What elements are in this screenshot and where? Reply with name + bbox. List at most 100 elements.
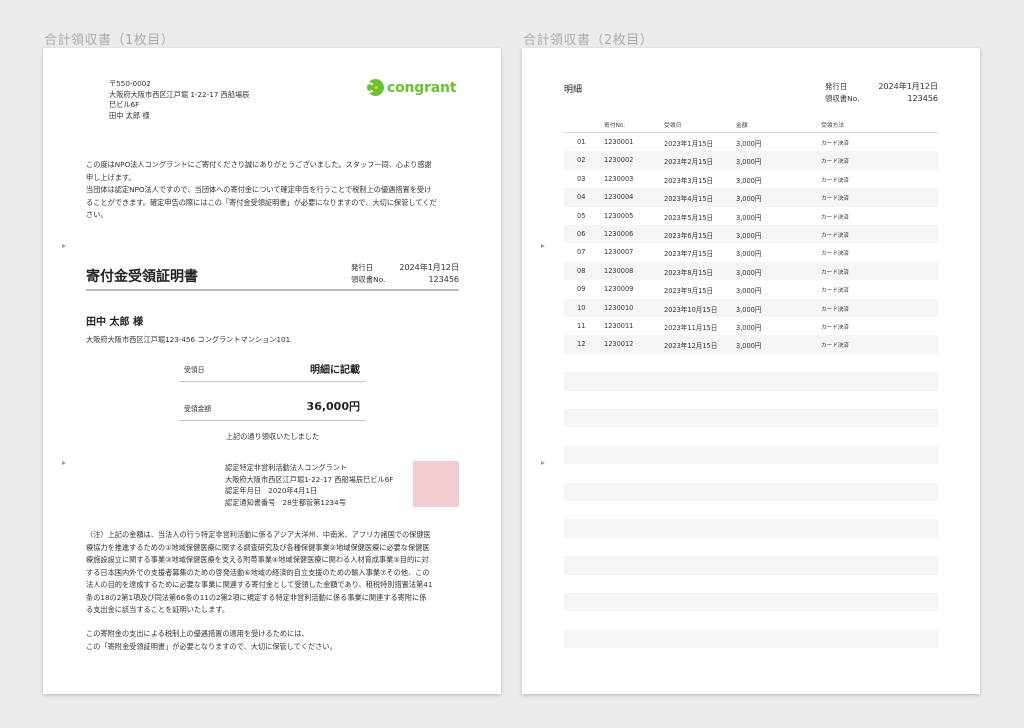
table-cell: 2023年6月15日 xyxy=(664,232,714,240)
table-cell: 3,000円 xyxy=(736,250,762,259)
title-divider xyxy=(86,289,459,291)
triangle-marker-icon xyxy=(62,244,66,248)
empty-table-row xyxy=(564,464,938,482)
received-date-value: 明細に記載 xyxy=(310,365,360,376)
receipt-no-row: 領収書No. 123456 xyxy=(825,93,938,105)
table-cell: 3,000円 xyxy=(736,268,762,277)
column-header-method: 受領方法 xyxy=(821,123,845,129)
table-cell: 02 xyxy=(577,156,586,165)
certificate-meta: 発行日 2024年1月12日 領収書No. 123456 xyxy=(351,262,459,286)
column-header-donation-no: 寄付No. xyxy=(604,123,626,129)
table-cell: 2023年5月15日 xyxy=(664,213,714,222)
table-cell: 2023年2月15日 xyxy=(664,158,714,167)
issue-date-value: 2024年1月12日 xyxy=(878,82,938,91)
table-cell: 2023年8月15日 xyxy=(664,268,714,277)
table-cell: 1230012 xyxy=(604,340,634,349)
table-cell: 1230002 xyxy=(604,156,634,165)
table-cell: カード決済 xyxy=(821,306,849,313)
org-line: 認定特定非営利活動法人コングラント xyxy=(225,463,348,472)
empty-table-row xyxy=(564,391,938,409)
table-cell: カード決済 xyxy=(821,177,849,184)
table-row: 05 1230005 2023年5月15日 3,000円 カード決済 xyxy=(564,207,938,225)
empty-table-row xyxy=(564,556,938,575)
triangle-marker-icon xyxy=(541,244,545,248)
table-row: 07 1230007 2023年7月15日 3,000円 カード決済 xyxy=(564,243,938,261)
received-note: 上記の通り領収いたしました xyxy=(225,432,320,441)
page1-caption: 合計領収書（1枚目） xyxy=(44,33,175,48)
table-cell: 3,000円 xyxy=(736,140,762,148)
table-cell: 2023年7月15日 xyxy=(664,250,714,259)
amount-value: 36,000円 xyxy=(306,400,360,413)
legal-note: （注）上記の金額は、当法人の行う特定非営利活動に係るアジア大洋州、中南米、アフリ… xyxy=(86,529,466,617)
logo-text: congrant xyxy=(387,79,457,96)
table-row: 12 1230012 2023年12月15日 3,000円 カード決済 xyxy=(564,335,938,354)
table-cell: 2023年3月15日 xyxy=(664,176,714,185)
table-cell: 12 xyxy=(577,340,586,349)
empty-table-row xyxy=(564,593,938,612)
empty-table-row xyxy=(564,629,938,649)
congrant-logo: congrant xyxy=(367,79,457,96)
seal-stamp xyxy=(413,461,459,507)
empty-table-row xyxy=(564,372,938,391)
table-cell: 05 xyxy=(577,211,586,220)
table-cell: カード決済 xyxy=(821,343,849,350)
table-cell: 3,000円 xyxy=(736,213,762,222)
table-row: 08 1230008 2023年8月15日 3,000円 カード決済 xyxy=(564,261,938,281)
address-line: 大阪府大阪市西区江戸堀 1-22-17 西船場辰 xyxy=(109,89,250,99)
table-cell: 2023年9月15日 xyxy=(664,287,714,296)
table-row: 04 1230004 2023年4月15日 3,000円 カード決済 xyxy=(564,188,938,207)
recipient-address: 大阪府大阪市西区江戸堀123-456 コングラントマンション101 xyxy=(86,335,291,344)
column-header-amount: 金額 xyxy=(736,123,748,129)
detail-title: 明細 xyxy=(564,85,583,95)
table-cell: 1230007 xyxy=(604,248,634,257)
table-cell: 07 xyxy=(577,248,586,257)
table-cell: カード決済 xyxy=(821,196,849,203)
table-cell: 2023年11月15日 xyxy=(664,324,718,332)
table-row: 11 1230011 2023年11月15日 3,000円 カード決済 xyxy=(564,317,938,335)
empty-table-row xyxy=(564,501,938,519)
closing-text: この寄附金の支出による税制上の優遇措置の適用を受けるためには、 この「寄附金受領… xyxy=(86,628,337,653)
empty-table-row xyxy=(564,445,938,465)
table-cell: カード決済 xyxy=(821,141,849,147)
empty-table-row xyxy=(564,575,938,593)
note-line: 療協力を推進するための①地域保健医療に関する調査研究及び各種保健事業②地域保健医… xyxy=(86,542,430,552)
table-cell: 10 xyxy=(577,303,586,312)
issue-date-row: 発行日 2024年1月12日 xyxy=(825,81,938,93)
empty-table-row xyxy=(564,427,938,445)
closing-line: この寄附金の支出による税制上の優遇措置の適用を受けるためには、 xyxy=(86,629,309,638)
empty-table-row xyxy=(564,519,938,538)
address-block: 〒550-0002 大阪府大阪市西区江戸堀 1-22-17 西船場辰 巳ビル6F… xyxy=(109,79,249,121)
table-cell: カード決済 xyxy=(821,214,849,221)
table-cell: 1230003 xyxy=(604,174,634,183)
table-cell: 3,000円 xyxy=(736,324,762,332)
receipt-no-row: 領収書No. 123456 xyxy=(351,274,459,286)
table-cell: 03 xyxy=(577,174,586,183)
table-cell: 08 xyxy=(577,266,586,275)
issue-date-label: 発行日 xyxy=(351,263,374,272)
address-line: 巳ビル6F xyxy=(109,100,140,110)
receipt-no-value: 123456 xyxy=(428,275,459,284)
table-cell: 1230006 xyxy=(604,230,634,238)
table-row: 06 1230006 2023年6月15日 3,000円 カード決済 xyxy=(564,225,938,244)
org-line: 認定年月日 2020年4月1日 xyxy=(225,486,318,496)
table-cell: 3,000円 xyxy=(736,195,762,204)
amount-label: 受領金額 xyxy=(184,405,212,413)
closing-line: この「寄附金受領証明書」が必要となりますので、大切に保管してください。 xyxy=(86,641,337,651)
table-cell: カード決済 xyxy=(821,233,849,239)
receipt-page-2: 明細 発行日 2024年1月12日 領収書No. 123456 寄付No. 受領… xyxy=(522,48,980,694)
empty-table-row xyxy=(564,409,938,428)
note-line: 条の18の2第1項及び同法第66条の11の2第2項に規定する特定非営利活動に係る… xyxy=(86,592,427,602)
table-cell: 3,000円 xyxy=(736,158,762,167)
table-cell: 1230004 xyxy=(604,193,634,202)
receipt-no-label: 領収書No. xyxy=(825,94,860,103)
note-line: （注）上記の金額は、当法人の行う特定非営利活動に係るアジア大洋州、中南米、アフリ… xyxy=(86,530,431,539)
empty-table-row xyxy=(564,611,938,629)
table-cell: 06 xyxy=(577,230,586,238)
intro-line: 当団体は認定NPO法人ですので、当団体への寄付金について確定申告を行うことで税制… xyxy=(86,185,432,195)
table-cell: 1230009 xyxy=(604,285,634,294)
intro-line: ることができます。確定申告の際にはこの「寄付金受領証明書」が必要になりますので、… xyxy=(86,197,437,207)
note-line: する日本国内外での支援者募集のための啓発活動⑥地域の経済的自立支援のための輸入事… xyxy=(86,567,430,577)
table-cell: 3,000円 xyxy=(736,342,762,351)
table-cell: 04 xyxy=(577,193,586,202)
table-cell: 2023年4月15日 xyxy=(664,195,714,204)
